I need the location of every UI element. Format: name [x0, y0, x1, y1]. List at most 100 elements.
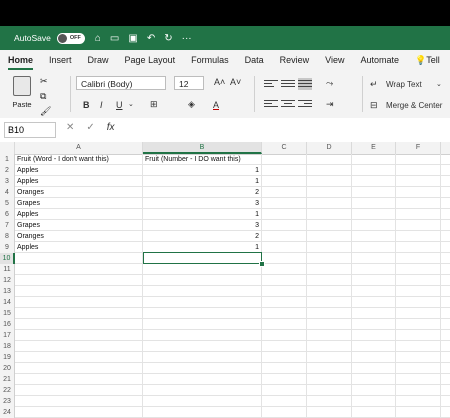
bold-button[interactable]: B	[83, 100, 90, 110]
undo-icon[interactable]: ↶	[147, 33, 155, 44]
tab-page-layout[interactable]: Page Layout	[117, 50, 184, 70]
row-header[interactable]: 7	[0, 220, 15, 231]
row-header[interactable]: 5	[0, 198, 15, 209]
row-header[interactable]: 24	[0, 407, 15, 418]
cell-d4[interactable]	[307, 187, 352, 198]
home-icon[interactable]: ⌂	[95, 33, 101, 44]
cell-e16[interactable]	[352, 319, 396, 330]
tab-formulas[interactable]: Formulas	[183, 50, 237, 70]
cell-d20[interactable]	[307, 363, 352, 374]
cell-b18[interactable]	[143, 341, 262, 352]
cell-a5[interactable]: Grapes	[15, 198, 143, 209]
enter-icon[interactable]: ✓	[86, 122, 94, 133]
cell-c11[interactable]	[262, 264, 307, 275]
cell-d1[interactable]	[307, 154, 352, 165]
cell-b14[interactable]	[143, 297, 262, 308]
more-icon[interactable]: ···	[182, 33, 192, 44]
cell-a14[interactable]	[15, 297, 143, 308]
cell-e13[interactable]	[352, 286, 396, 297]
tab-draw[interactable]: Draw	[80, 50, 117, 70]
cell-d8[interactable]	[307, 231, 352, 242]
cell-f24[interactable]	[396, 407, 441, 418]
grow-font-button[interactable]: A˄	[214, 77, 225, 87]
cell-c18[interactable]	[262, 341, 307, 352]
cell-a6[interactable]: Apples	[15, 209, 143, 220]
cell-d19[interactable]	[307, 352, 352, 363]
align-top-icon[interactable]	[264, 78, 278, 90]
cell-a13[interactable]	[15, 286, 143, 297]
insert-function-icon[interactable]: fx	[107, 122, 115, 133]
column-header-f[interactable]: F	[396, 142, 441, 154]
cell-a7[interactable]: Grapes	[15, 220, 143, 231]
cell-f1[interactable]	[396, 154, 441, 165]
cell-c2[interactable]	[262, 165, 307, 176]
cell-d11[interactable]	[307, 264, 352, 275]
cell-e12[interactable]	[352, 275, 396, 286]
cell-f20[interactable]	[396, 363, 441, 374]
cell-c5[interactable]	[262, 198, 307, 209]
cell-b22[interactable]	[143, 385, 262, 396]
fill-color-icon[interactable]: ◈	[188, 99, 195, 110]
cell-c3[interactable]	[262, 176, 307, 187]
row-header[interactable]: 18	[0, 341, 15, 352]
row-header[interactable]: 4	[0, 187, 15, 198]
row-header[interactable]: 2	[0, 165, 15, 176]
font-size-select[interactable]: 12	[174, 76, 204, 90]
align-right-icon[interactable]	[298, 98, 312, 110]
active-cell-b10[interactable]	[143, 252, 262, 264]
cell-f13[interactable]	[396, 286, 441, 297]
cell-f16[interactable]	[396, 319, 441, 330]
cell-b15[interactable]	[143, 308, 262, 319]
cell-d18[interactable]	[307, 341, 352, 352]
cell-f18[interactable]	[396, 341, 441, 352]
cell-e14[interactable]	[352, 297, 396, 308]
cell-d21[interactable]	[307, 374, 352, 385]
cell-b24[interactable]	[143, 407, 262, 418]
cell-c4[interactable]	[262, 187, 307, 198]
cell-e5[interactable]	[352, 198, 396, 209]
open-file-icon[interactable]: ▭	[110, 33, 119, 44]
cell-c1[interactable]	[262, 154, 307, 165]
row-header[interactable]: 15	[0, 308, 15, 319]
orientation-icon[interactable]: ⤳	[326, 78, 333, 89]
cell-d2[interactable]	[307, 165, 352, 176]
cell-a9[interactable]: Apples	[15, 242, 143, 253]
cell-a16[interactable]	[15, 319, 143, 330]
cell-e22[interactable]	[352, 385, 396, 396]
cell-b20[interactable]	[143, 363, 262, 374]
align-middle-icon[interactable]	[281, 78, 295, 90]
cell-f5[interactable]	[396, 198, 441, 209]
cell-f17[interactable]	[396, 330, 441, 341]
row-header[interactable]: 10	[0, 253, 15, 264]
column-header-d[interactable]: D	[307, 142, 352, 154]
underline-dropdown-icon[interactable]: ⌄	[128, 100, 134, 108]
cell-b11[interactable]	[143, 264, 262, 275]
cell-e11[interactable]	[352, 264, 396, 275]
cell-b12[interactable]	[143, 275, 262, 286]
cell-e19[interactable]	[352, 352, 396, 363]
wrap-text-dropdown-icon[interactable]: ⌄	[436, 80, 442, 88]
cell-e17[interactable]	[352, 330, 396, 341]
cell-b2[interactable]: 1	[143, 165, 262, 176]
cell-b1[interactable]: Fruit (Number - I DO want this)	[143, 154, 262, 165]
indent-icon[interactable]: ⇥	[326, 99, 334, 110]
cell-b8[interactable]: 2	[143, 231, 262, 242]
align-bottom-icon[interactable]	[298, 78, 312, 90]
cell-e2[interactable]	[352, 165, 396, 176]
cell-c13[interactable]	[262, 286, 307, 297]
cell-e21[interactable]	[352, 374, 396, 385]
cell-a19[interactable]	[15, 352, 143, 363]
cell-f12[interactable]	[396, 275, 441, 286]
borders-icon[interactable]: ⊞	[150, 99, 158, 110]
cell-a2[interactable]: Apples	[15, 165, 143, 176]
cell-c22[interactable]	[262, 385, 307, 396]
cell-d15[interactable]	[307, 308, 352, 319]
row-header[interactable]: 19	[0, 352, 15, 363]
cell-a17[interactable]	[15, 330, 143, 341]
cell-e18[interactable]	[352, 341, 396, 352]
row-header[interactable]: 17	[0, 330, 15, 341]
column-header-c[interactable]: C	[262, 142, 307, 154]
cut-icon[interactable]: ✂	[40, 76, 51, 87]
cell-b7[interactable]: 3	[143, 220, 262, 231]
row-header[interactable]: 21	[0, 374, 15, 385]
